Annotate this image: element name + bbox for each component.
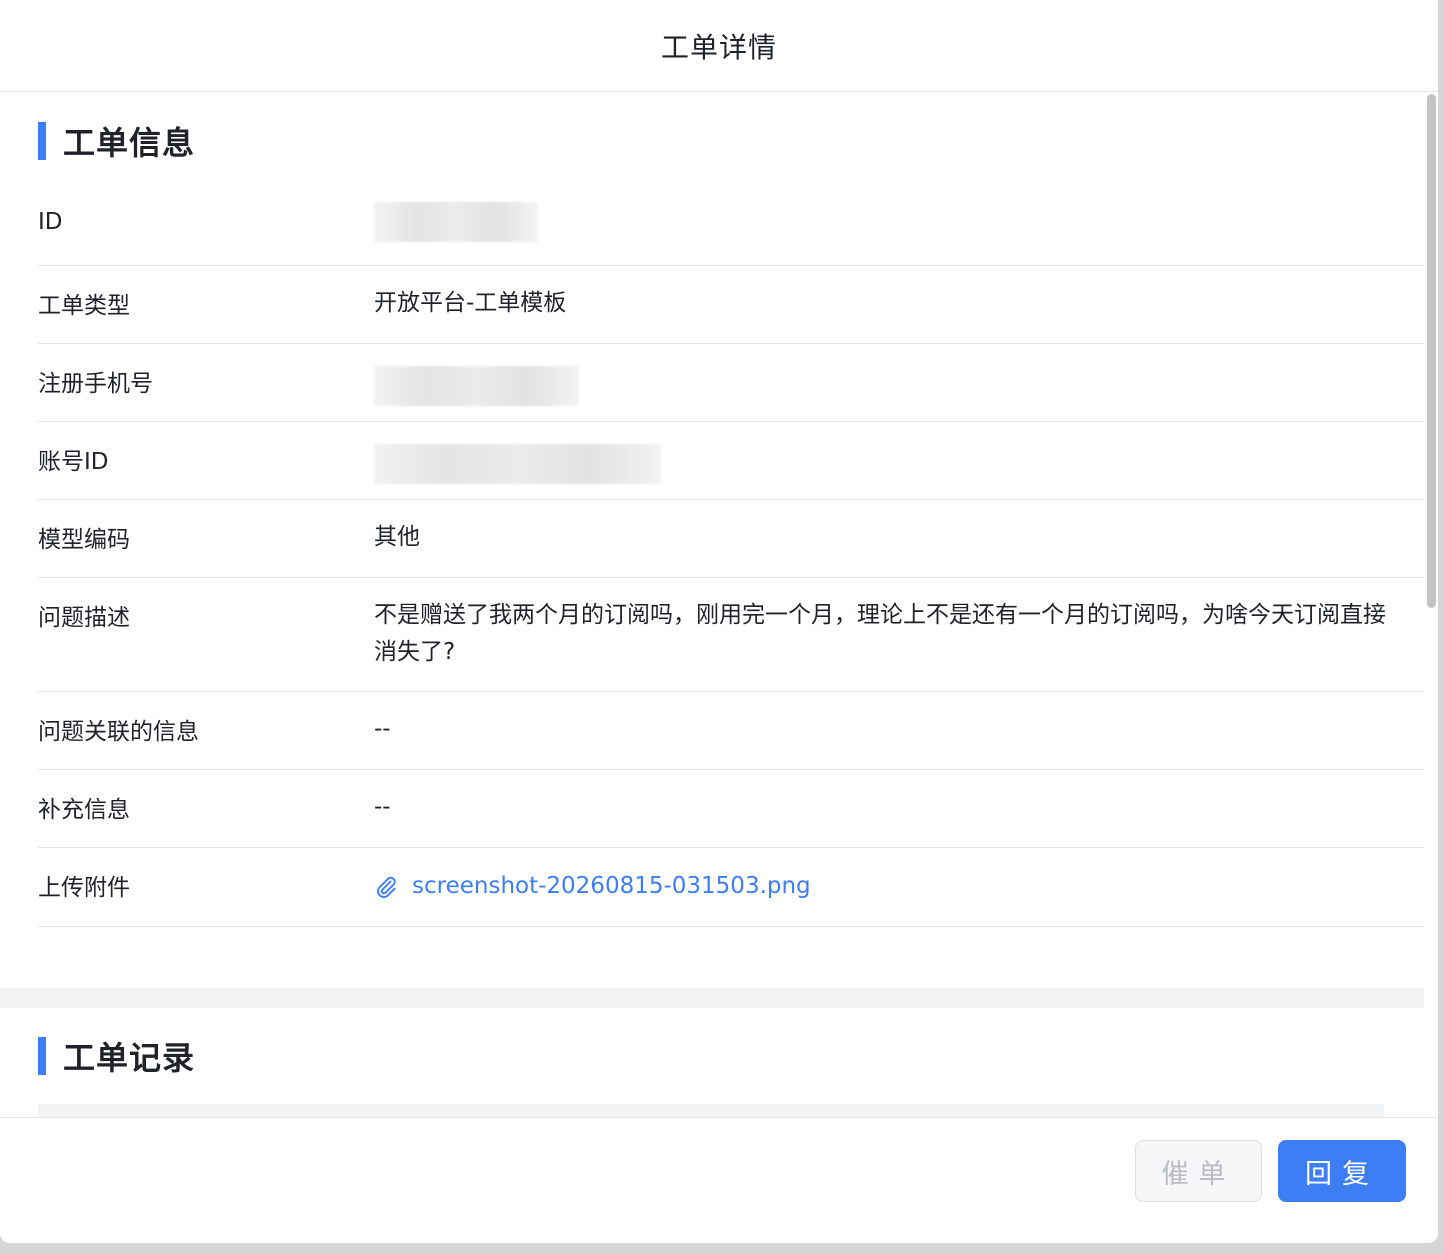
attachment-link[interactable]: screenshot-20260815-031503.png <box>374 868 1394 905</box>
row-label: 注册手机号 <box>38 371 153 397</box>
section-title-text: 工单信息 <box>63 124 196 162</box>
row-label: 模型编码 <box>38 527 130 553</box>
info-row-id: ID <box>38 188 1424 266</box>
row-value: -- <box>374 794 391 820</box>
urge-button[interactable]: 催单 <box>1135 1140 1262 1202</box>
modal-header: 工单详情 <box>0 0 1438 92</box>
info-row-related-info: 问题关联的信息 -- <box>38 692 1424 770</box>
ticket-info-section-title: 工单信息 <box>38 122 195 162</box>
info-row-supplement: 补充信息 -- <box>38 770 1424 848</box>
info-row-model-code: 模型编码 其他 <box>38 500 1424 578</box>
redacted-phone-value <box>374 366 579 406</box>
info-row-ticket-type: 工单类型 开放平台-工单模板 <box>38 266 1424 344</box>
attachment-filename[interactable]: screenshot-20260815-031503.png <box>412 868 811 905</box>
row-label: 补充信息 <box>38 797 130 823</box>
info-row-phone: 注册手机号 <box>38 344 1424 422</box>
info-row-description: 问题描述 不是赠送了我两个月的订阅吗，刚用完一个月，理论上不是还有一个月的订阅吗… <box>38 578 1424 692</box>
modal-footer: 催单 回复 <box>0 1117 1438 1243</box>
scrollbar-thumb[interactable] <box>1427 94 1436 608</box>
row-value: -- <box>374 716 391 742</box>
info-row-attachment: 上传附件 screenshot-20260815-031503.png <box>38 848 1424 927</box>
row-label: ID <box>38 209 63 235</box>
section-divider <box>0 988 1424 1008</box>
row-value <box>374 422 1424 499</box>
redacted-id-value <box>374 202 538 242</box>
row-value: 其他 <box>374 524 420 550</box>
row-value: 开放平台-工单模板 <box>374 290 567 316</box>
ticket-detail-modal: 工单详情 工单信息 ID 工单类型 开放平台-工单模板 注册手机号 账号ID 模… <box>0 0 1438 1243</box>
row-value <box>374 188 1424 265</box>
row-label: 问题关联的信息 <box>38 719 199 745</box>
row-label: 工单类型 <box>38 293 130 319</box>
paperclip-icon <box>377 876 396 898</box>
row-label: 上传附件 <box>38 875 130 901</box>
info-row-account-id: 账号ID <box>38 422 1424 500</box>
row-value: screenshot-20260815-031503.png <box>374 848 1424 926</box>
section-accent-bar <box>38 1037 46 1075</box>
row-label: 问题描述 <box>38 605 130 631</box>
reply-button[interactable]: 回复 <box>1278 1140 1406 1202</box>
ticket-record-section-title: 工单记录 <box>38 1037 195 1077</box>
scrollbar[interactable] <box>1424 92 1438 1117</box>
ticket-record-list <box>38 1104 1384 1117</box>
row-value: 不是赠送了我两个月的订阅吗，刚用完一个月，理论上不是还有一个月的订阅吗，为啥今天… <box>374 602 1386 665</box>
row-label: 账号ID <box>38 449 109 475</box>
ticket-info-table: ID 工单类型 开放平台-工单模板 注册手机号 账号ID 模型编码 其他 问题描… <box>38 188 1424 927</box>
modal-title: 工单详情 <box>660 30 777 64</box>
row-value <box>374 344 1424 421</box>
modal-body[interactable]: 工单信息 ID 工单类型 开放平台-工单模板 注册手机号 账号ID 模型编码 其… <box>0 92 1424 1117</box>
section-title-text: 工单记录 <box>63 1039 196 1077</box>
section-accent-bar <box>38 122 46 160</box>
redacted-account-id-value <box>374 444 661 484</box>
